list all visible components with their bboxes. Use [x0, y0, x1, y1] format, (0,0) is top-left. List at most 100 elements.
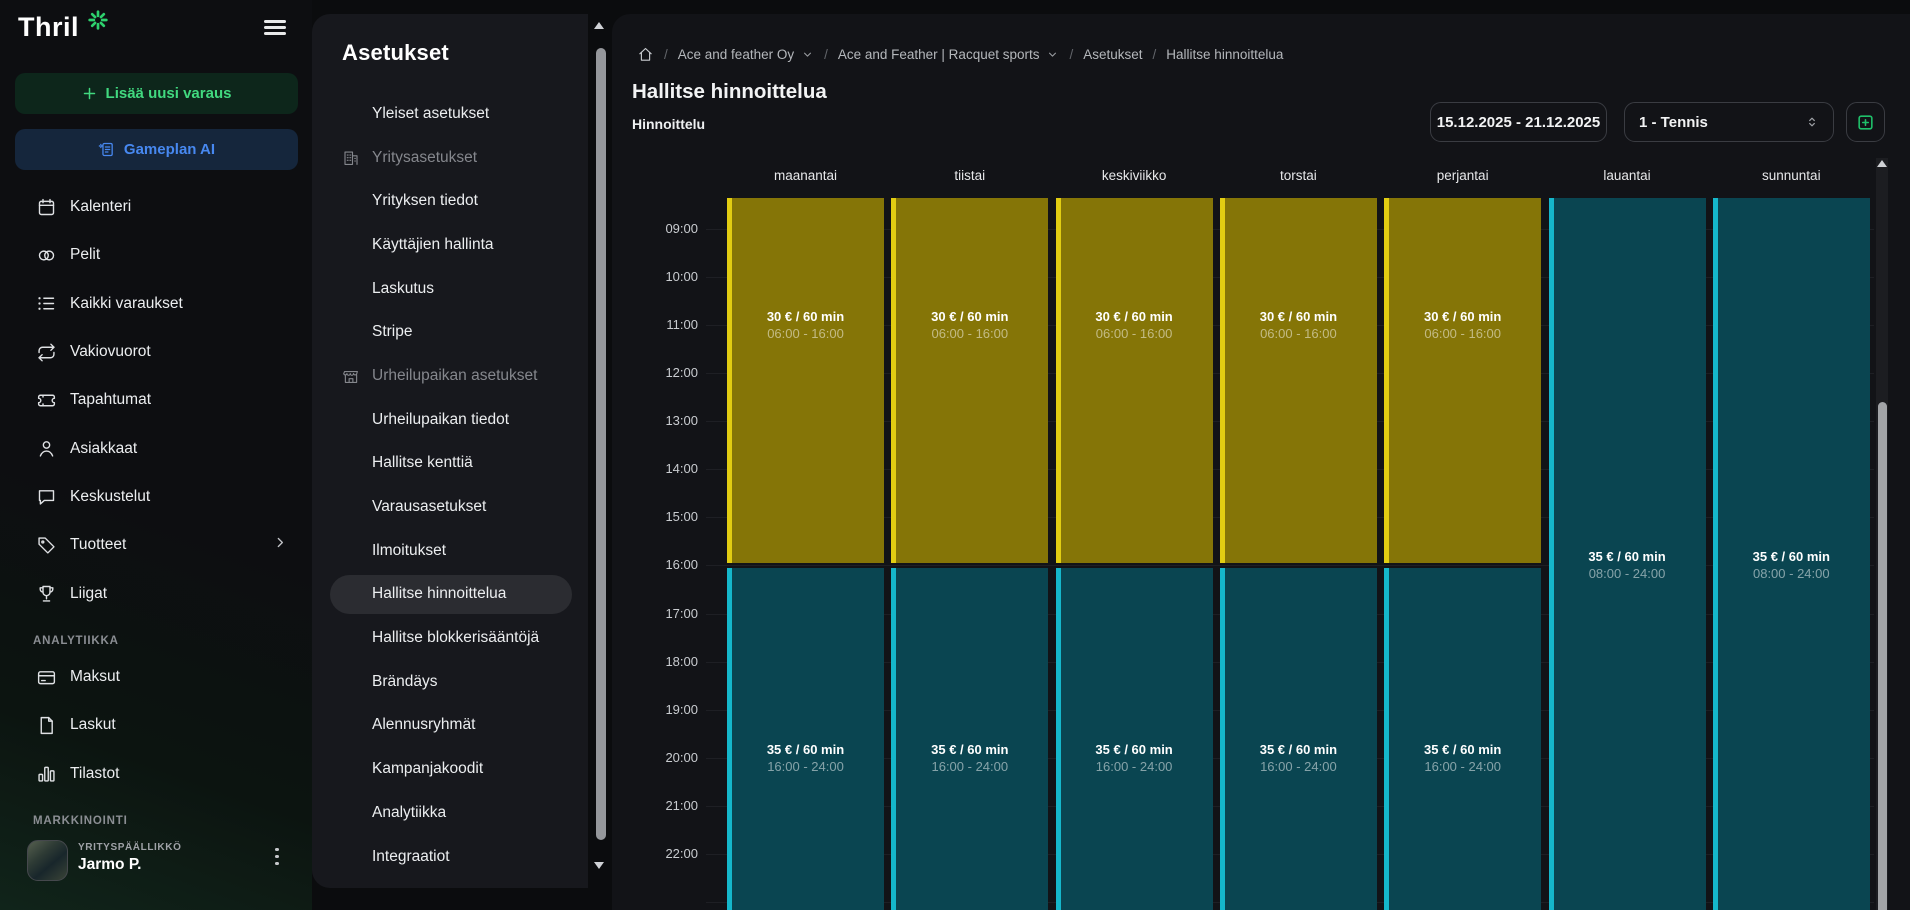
doc-icon: [36, 715, 57, 736]
settings-item-kampanjakoodit[interactable]: Kampanjakoodit: [312, 747, 588, 791]
calendar-scrollbar-thumb[interactable]: [1878, 402, 1887, 910]
block-accent-stripe: [1056, 198, 1061, 563]
block-label: 35 € / 60 min16:00 - 24:00: [1056, 742, 1213, 774]
settings-item-hallitse-kenttiä[interactable]: Hallitse kenttiä: [312, 442, 588, 486]
sidebar-item-tapahtumat[interactable]: Tapahtumat: [0, 376, 312, 424]
settings-item-label: Varausasetukset: [372, 498, 486, 516]
time-label: 16:00: [640, 557, 698, 572]
block-label: 35 € / 60 min08:00 - 24:00: [1549, 549, 1706, 581]
pricing-block-keskiviikko-teal[interactable]: 35 € / 60 min16:00 - 24:00: [1056, 568, 1213, 910]
block-price: 30 € / 60 min: [1220, 309, 1377, 324]
user-profile[interactable]: YRITYSPÄÄLLIKKÖ Jarmo P.: [0, 838, 312, 890]
profile-role: YRITYSPÄÄLLIKKÖ: [78, 842, 181, 853]
settings-item-label: Yleiset asetukset: [372, 105, 489, 123]
sidebar-item-vakiovuorot[interactable]: Vakiovuorot: [0, 328, 312, 376]
settings-item-ilmoitukset[interactable]: Ilmoitukset: [312, 529, 588, 573]
settings-item-analytiikka[interactable]: Analytiikka: [312, 791, 588, 835]
settings-item-yleiset-asetukset[interactable]: Yleiset asetukset: [312, 92, 588, 136]
sidebar-item-kalenteri[interactable]: Kalenteri: [0, 183, 312, 231]
chat-icon: [36, 486, 57, 507]
tag-icon: [36, 535, 57, 556]
sidebar-item-tuotteet[interactable]: Tuotteet: [0, 521, 312, 569]
breadcrumb-item[interactable]: Ace and feather Oy: [678, 47, 814, 62]
block-label: 30 € / 60 min06:00 - 16:00: [1220, 309, 1377, 341]
ticket-icon: [36, 390, 57, 411]
settings-item-integraatiot[interactable]: Integraatiot: [312, 835, 588, 879]
block-accent-stripe: [1220, 198, 1225, 563]
time-label: 15:00: [640, 509, 698, 524]
settings-item-brändäys[interactable]: Brändäys: [312, 660, 588, 704]
games-icon: [36, 245, 57, 266]
sidebar-item-maksut[interactable]: Maksut: [0, 653, 312, 701]
settings-item-stripe[interactable]: Stripe: [312, 310, 588, 354]
court-select[interactable]: 1 - Tennis: [1624, 102, 1834, 142]
time-label: 10:00: [640, 269, 698, 284]
settings-item-laskutus[interactable]: Laskutus: [312, 267, 588, 311]
home-icon[interactable]: [637, 46, 654, 63]
sidebar-item-asiakkaat[interactable]: Asiakkaat: [0, 424, 312, 472]
profile-menu-icon[interactable]: [271, 848, 283, 869]
time-label: 18:00: [640, 654, 698, 669]
pricing-block-torstai-teal[interactable]: 35 € / 60 min16:00 - 24:00: [1220, 568, 1377, 910]
settings-scroll-up-icon[interactable]: [594, 22, 604, 29]
pricing-block-lauantai-teal[interactable]: 35 € / 60 min08:00 - 24:00: [1549, 198, 1706, 910]
sidebar-item-liigat[interactable]: Liigat: [0, 569, 312, 617]
breadcrumb-item[interactable]: Ace and Feather | Racquet sports: [838, 47, 1060, 62]
settings-item-label: Analytiikka: [372, 804, 446, 822]
date-range-button[interactable]: 15.12.2025 - 21.12.2025: [1430, 102, 1607, 142]
time-label: 13:00: [640, 413, 698, 428]
breadcrumb-item[interactable]: Asetukset: [1083, 47, 1142, 62]
settings-item-label: Stripe: [372, 323, 413, 341]
settings-scrollbar-thumb[interactable]: [596, 48, 606, 840]
breadcrumb-item[interactable]: Hallitse hinnoittelua: [1166, 47, 1283, 62]
block-accent-stripe: [727, 568, 732, 910]
select-updown-icon: [1805, 115, 1819, 129]
chevron-down-icon[interactable]: [1046, 48, 1059, 61]
date-range-label: 15.12.2025 - 21.12.2025: [1437, 114, 1600, 131]
settings-item-varausasetukset[interactable]: Varausasetukset: [312, 485, 588, 529]
add-booking-button[interactable]: Lisää uusi varaus: [15, 73, 298, 114]
settings-item-yrityksen-tiedot[interactable]: Yrityksen tiedot: [312, 179, 588, 223]
settings-item-käyttäjien-hallinta[interactable]: Käyttäjien hallinta: [312, 223, 588, 267]
settings-item-alennusryhmät[interactable]: Alennusryhmät: [312, 704, 588, 748]
pricing-block-maanantai-yellow[interactable]: 30 € / 60 min06:00 - 16:00: [727, 198, 884, 563]
block-price: 35 € / 60 min: [1220, 742, 1377, 757]
pricing-block-sunnuntai-teal[interactable]: 35 € / 60 min08:00 - 24:00: [1713, 198, 1870, 910]
day-header-torstai: torstai: [1220, 168, 1377, 184]
settings-item-urheilupaikan-tiedot[interactable]: Urheilupaikan tiedot: [312, 398, 588, 442]
block-time-range: 16:00 - 24:00: [727, 759, 884, 774]
pricing-block-torstai-yellow[interactable]: 30 € / 60 min06:00 - 16:00: [1220, 198, 1377, 563]
settings-item-hallitse-blokkerisääntöjä[interactable]: Hallitse blokkerisääntöjä: [312, 616, 588, 660]
menu-toggle-icon[interactable]: [264, 20, 286, 36]
calendar-scroll-up-icon[interactable]: [1877, 160, 1887, 167]
sidebar-item-tilastot[interactable]: Tilastot: [0, 750, 312, 798]
pricing-block-tiistai-teal[interactable]: 35 € / 60 min16:00 - 24:00: [891, 568, 1048, 910]
chevron-right-icon[interactable]: [272, 535, 288, 556]
pricing-block-maanantai-teal[interactable]: 35 € / 60 min16:00 - 24:00: [727, 568, 884, 910]
sidebar-item-label: Maksut: [70, 668, 120, 686]
pricing-block-perjantai-yellow[interactable]: 30 € / 60 min06:00 - 16:00: [1384, 198, 1541, 563]
pricing-block-perjantai-teal[interactable]: 35 € / 60 min16:00 - 24:00: [1384, 568, 1541, 910]
settings-scroll-down-icon[interactable]: [594, 862, 604, 869]
sidebar-nav-analytics: Maksut LaskutTilastot: [0, 653, 312, 798]
sidebar-item-laskut[interactable]: Laskut: [0, 701, 312, 749]
sidebar-item-keskustelut[interactable]: Keskustelut: [0, 473, 312, 521]
sidebar-item-label: Tapahtumat: [70, 391, 151, 409]
pricing-block-keskiviikko-yellow[interactable]: 30 € / 60 min06:00 - 16:00: [1056, 198, 1213, 563]
sidebar-item-label: Asiakkaat: [70, 440, 137, 458]
sidebar-item-label: Kaikki varaukset: [70, 295, 183, 313]
settings-panel: Asetukset Yleiset asetuksetYritysasetuks…: [312, 14, 588, 888]
gameplan-ai-button[interactable]: Gameplan AI: [15, 129, 298, 170]
sidebar-item-kaikki-varaukset[interactable]: Kaikki varaukset: [0, 280, 312, 328]
sidebar-nav: KalenteriPelit Kaikki varaukset Vakiovuoro…: [0, 183, 312, 618]
settings-item-hallitse-hinnoittelua[interactable]: Hallitse hinnoittelua: [312, 573, 588, 617]
add-pricing-button[interactable]: [1846, 102, 1885, 142]
repeat-icon: [36, 342, 57, 363]
settings-item-yritysasetukset: Yritysasetukset: [312, 136, 588, 180]
settings-item-valtuutukset[interactable]: Valtuutukset: [312, 878, 588, 888]
sidebar-item-pelit[interactable]: Pelit: [0, 231, 312, 279]
pricing-block-tiistai-yellow[interactable]: 30 € / 60 min06:00 - 16:00: [891, 198, 1048, 563]
chevron-down-icon[interactable]: [801, 48, 814, 61]
block-price: 35 € / 60 min: [1713, 549, 1870, 564]
settings-item-urheilupaikan-asetukset: Urheilupaikan asetukset: [312, 354, 588, 398]
